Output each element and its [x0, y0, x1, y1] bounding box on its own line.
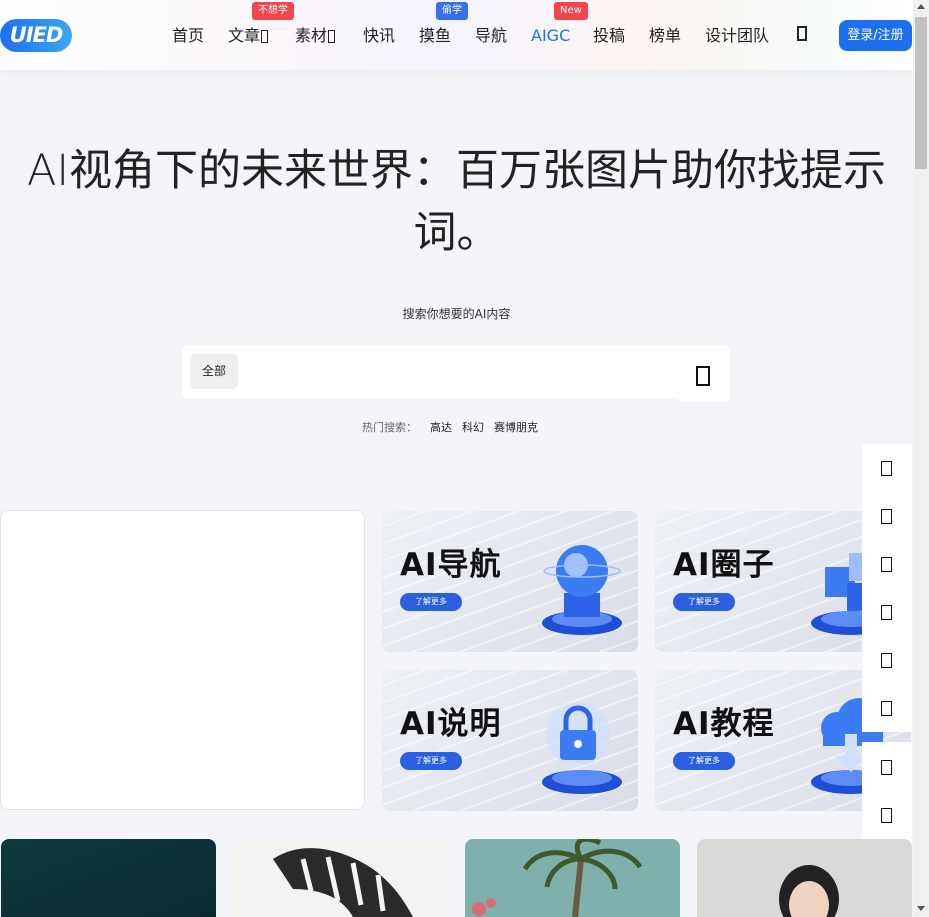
lock-icon	[542, 702, 622, 794]
nav-item-news[interactable]: 快讯	[363, 26, 395, 46]
nav-label: 快讯	[363, 26, 396, 45]
chevron-down-icon	[328, 30, 336, 43]
nav-item-home[interactable]: 首页	[172, 26, 204, 46]
search-button[interactable]	[678, 350, 730, 402]
nav-label: 榜单	[649, 26, 682, 45]
nav-label: AIGC	[531, 26, 571, 45]
card-title: AI导航	[400, 547, 502, 583]
hero-title-line-2: 词。	[413, 208, 500, 258]
site-logo[interactable]: UIED	[0, 19, 72, 52]
feature-banner[interactable]	[0, 510, 365, 810]
card-ai-explain[interactable]: AI说明 了解更多	[382, 670, 638, 811]
side-tool-icon[interactable]	[881, 808, 892, 823]
nav-badge-slack: 偷学	[436, 2, 468, 20]
nav-badge-articles: 不想学	[252, 2, 294, 20]
gallery-image-portrait[interactable]	[697, 839, 912, 917]
nav-item-articles[interactable]: 文章	[228, 26, 269, 46]
gallery-image-palm-tree[interactable]	[465, 839, 680, 917]
scroll-down-arrow-icon[interactable]	[917, 906, 925, 911]
nav-label: 首页	[172, 26, 205, 45]
nav-item-submit[interactable]: 投稿	[593, 26, 625, 46]
scroll-up-arrow-icon[interactable]	[917, 4, 925, 9]
hero-subtitle: 搜索你想要的AI内容	[402, 307, 511, 321]
side-tool-icon[interactable]	[881, 461, 892, 476]
globe-icon	[542, 545, 622, 635]
side-tool-icon[interactable]	[881, 653, 892, 668]
nav-label: 素材	[295, 26, 328, 45]
card-title: AI教程	[673, 706, 775, 742]
nav-item-materials[interactable]: 素材	[295, 26, 336, 46]
hot-search-item[interactable]: 科幻	[462, 419, 484, 435]
search-icon[interactable]	[797, 26, 807, 41]
search-input[interactable]	[246, 356, 666, 388]
search-scope-select[interactable]: 全部	[190, 354, 238, 389]
gallery-image-dark-teal[interactable]	[1, 839, 216, 917]
card-title: AI圈子	[673, 547, 775, 583]
side-toolbar-top	[862, 444, 912, 732]
login-register-button[interactable]: 登录/注册	[839, 20, 912, 51]
nav-item-slack[interactable]: 摸鱼	[419, 26, 451, 46]
side-tool-icon[interactable]	[881, 605, 892, 620]
hero-title-line-1: AI视角下的未来世界：百万张图片助你找提示	[26, 146, 887, 196]
nav-label: 摸鱼	[419, 26, 452, 45]
nav-label: 投稿	[593, 26, 626, 45]
nav-item-ranking[interactable]: 榜单	[649, 26, 681, 46]
hot-search-item[interactable]: 赛博朋克	[494, 419, 538, 435]
side-tool-icon[interactable]	[881, 557, 892, 572]
learn-more-button[interactable]: 了解更多	[400, 752, 462, 770]
card-ai-navigation[interactable]: AI导航 了解更多	[382, 511, 638, 652]
hero-title: AI视角下的未来世界：百万张图片助你找提示 词。	[0, 140, 913, 264]
learn-more-button[interactable]: 了解更多	[400, 593, 462, 611]
learn-more-button[interactable]: 了解更多	[673, 752, 735, 770]
side-tool-icon[interactable]	[881, 701, 892, 716]
hot-search-item[interactable]: 高达	[430, 419, 452, 435]
nav-label: 文章	[228, 26, 261, 45]
palm-tree-art	[472, 839, 643, 917]
nav-item-aigc[interactable]: AIGC	[531, 26, 570, 46]
nav-badge-aigc: New	[554, 2, 588, 20]
side-tool-icon[interactable]	[881, 760, 892, 775]
gallery-image-ink-tiger[interactable]	[233, 839, 448, 917]
ink-tiger-art	[273, 848, 413, 917]
side-tool-icon[interactable]	[881, 509, 892, 524]
hot-search-label: 热门搜索：	[362, 421, 417, 434]
nav-item-navigation[interactable]: 导航	[475, 26, 507, 46]
scrollbar-thumb[interactable]	[915, 17, 927, 169]
chevron-down-icon	[261, 30, 269, 43]
search-icon	[696, 366, 710, 386]
nav-label: 导航	[475, 26, 508, 45]
nav-item-design-team[interactable]: 设计团队	[705, 26, 769, 46]
nav-label: 设计团队	[705, 26, 770, 45]
portrait-art	[779, 865, 839, 917]
card-title: AI说明	[400, 706, 502, 742]
learn-more-button[interactable]: 了解更多	[673, 593, 735, 611]
